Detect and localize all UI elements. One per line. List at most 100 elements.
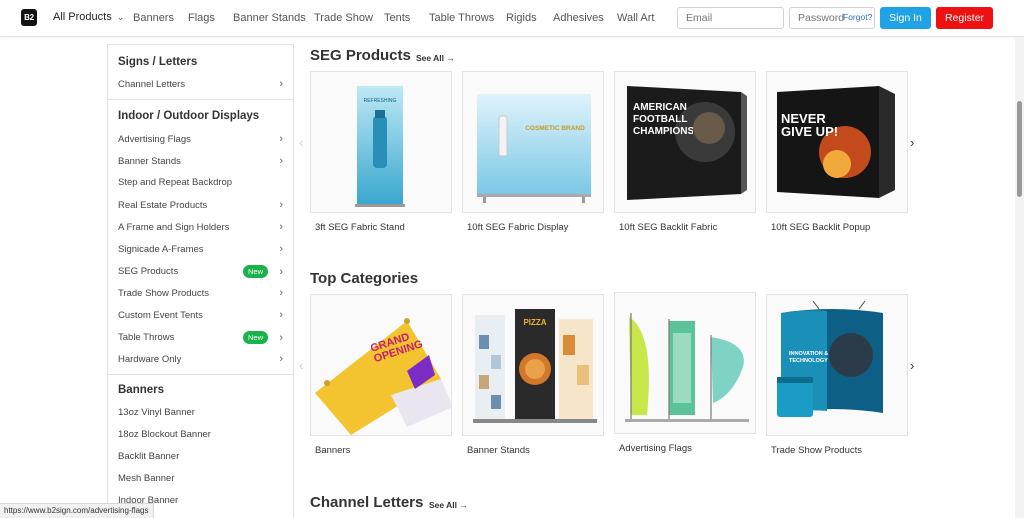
all-products-label: All Products [53,11,112,23]
b2-logo[interactable]: B2 [21,9,37,26]
sidebar-item-label: A Frame and Sign Holders [118,221,230,233]
product-image: COSMETIC BRAND [463,72,603,212]
chevron-right-icon: › [279,199,283,211]
section-title-seg-products: SEG Products [310,47,411,64]
category-card-advertising-flags[interactable] [614,292,756,434]
sidebar-item-label: 13oz Vinyl Banner [118,407,195,418]
category-card-label[interactable]: Banner Stands [467,445,530,456]
product-card-label[interactable]: 10ft SEG Fabric Display [467,222,568,233]
nav-link-trade-show[interactable]: Trade Show [314,12,373,24]
top-navigation-bar: B2 All Products ⌄ Banners Flags Banner S… [0,0,1024,37]
chevron-right-icon: › [279,353,283,365]
sidebar-item-label: Banner Stands [118,155,181,167]
sidebar-item-label: Hardware Only [118,353,182,365]
sidebar-item-seg-products[interactable]: SEG Products New › [118,265,283,278]
sidebar-item-signicade-a-frames[interactable]: Signicade A-Frames › [118,243,283,255]
chevron-right-icon: › [279,331,283,344]
carousel-next-icon[interactable]: › [910,135,914,150]
carousel-next-icon[interactable]: › [910,358,914,373]
category-sidebar: Signs / Letters Channel Letters › Indoor… [107,44,294,518]
category-image: INNOVATION & TECHNOLOGY [767,295,907,435]
sidebar-item-backlit-banner[interactable]: Backlit Banner [118,451,283,462]
product-image: AMERICAN FOOTBALL CHAMPIONSHIP [615,72,755,212]
product-card-label[interactable]: 3ft SEG Fabric Stand [315,222,405,233]
sidebar-item-label: Advertising Flags [118,133,191,145]
sidebar-item-mesh-banner[interactable]: Mesh Banner [118,473,283,484]
sidebar-item-table-throws[interactable]: Table Throws New › [118,331,283,344]
sidebar-divider [108,374,293,375]
sidebar-item-label: Step and Repeat Backdrop [118,177,233,188]
sidebar-item-13oz-vinyl-banner[interactable]: 13oz Vinyl Banner [118,407,283,418]
nav-link-wall-art[interactable]: Wall Art [617,12,655,24]
sidebar-item-label: Signicade A-Frames [118,243,204,255]
nav-link-flags[interactable]: Flags [188,12,215,24]
art-text: INNOVATION & TECHNOLOGY [789,351,829,364]
chevron-right-icon: › [279,265,283,278]
nav-link-banner-stands[interactable]: Banner Stands [233,12,306,24]
nav-link-table-throws[interactable]: Table Throws [429,12,494,24]
section-title-top-categories: Top Categories [310,270,419,287]
sidebar-item-banner-stands[interactable]: Banner Stands › [118,155,283,167]
product-card-10ft-seg-backlit-popup[interactable]: NEVER GIVE UP! [766,71,908,213]
forgot-password-link[interactable]: Forgot? [843,12,872,22]
category-card-banners[interactable]: GRAND OPENING [310,294,452,436]
sidebar-item-label: Trade Show Products [118,287,209,299]
sidebar-item-label: Table Throws [118,332,175,343]
chevron-right-icon: › [279,287,283,299]
sidebar-item-a-frame-and-sign-holders[interactable]: A Frame and Sign Holders › [118,221,283,233]
nav-link-rigids[interactable]: Rigids [506,12,537,24]
carousel-prev-icon[interactable]: ‹ [299,358,303,373]
see-all-seg-link[interactable]: See All → [416,53,455,63]
sidebar-item-label: Mesh Banner [118,473,175,484]
sidebar-item-18oz-blockout-banner[interactable]: 18oz Blockout Banner [118,429,283,440]
product-image: REFRESHING [311,72,451,212]
nav-link-adhesives[interactable]: Adhesives [553,12,604,24]
category-card-label[interactable]: Banners [315,445,350,456]
register-button[interactable]: Register [936,7,993,29]
product-image: NEVER GIVE UP! [767,72,907,212]
category-card-label[interactable]: Advertising Flags [619,443,692,454]
product-card-10ft-seg-backlit-fabric[interactable]: AMERICAN FOOTBALL CHAMPIONSHIP [614,71,756,213]
sidebar-item-trade-show-products[interactable]: Trade Show Products › [118,287,283,299]
sign-in-button[interactable]: Sign In [880,7,931,29]
chevron-right-icon: › [279,155,283,167]
category-card-label[interactable]: Trade Show Products [771,445,862,456]
new-badge: New [242,331,268,344]
category-image [615,293,755,433]
section-title-channel-letters: Channel Letters [310,494,424,511]
sidebar-item-hardware-only[interactable]: Hardware Only › [118,353,283,365]
product-card-label[interactable]: 10ft SEG Backlit Popup [771,222,870,233]
chevron-right-icon: › [279,221,283,233]
sidebar-item-label: SEG Products [118,266,179,277]
sidebar-item-advertising-flags[interactable]: Advertising Flags › [118,133,283,145]
product-card-label[interactable]: 10ft SEG Backlit Fabric [619,222,717,233]
art-text: REFRESHING [364,98,397,104]
carousel-prev-icon[interactable]: ‹ [299,135,303,150]
sidebar-item-label: Channel Letters [118,78,186,90]
sidebar-item-custom-event-tents[interactable]: Custom Event Tents › [118,309,283,321]
see-all-channel-letters-link[interactable]: See All → [429,500,468,510]
status-bar-url: https://www.b2sign.com/advertising-flags [0,503,154,518]
category-card-trade-show-products[interactable]: INNOVATION & TECHNOLOGY [766,294,908,436]
email-input[interactable] [677,7,784,29]
new-badge: New [242,265,268,278]
sidebar-item-step-and-repeat-backdrop[interactable]: Step and Repeat Backdrop [118,177,283,188]
art-text: COSMETIC BRAND [525,125,585,132]
sidebar-item-real-estate-products[interactable]: Real Estate Products › [118,199,283,211]
category-card-banner-stands[interactable]: PIZZA [462,294,604,436]
art-text: AMERICAN FOOTBALL CHAMPIONSHIP [633,102,693,137]
art-text: NEVER GIVE UP! [781,112,839,139]
product-card-10ft-seg-fabric-display[interactable]: COSMETIC BRAND [462,71,604,213]
sidebar-item-channel-letters[interactable]: Channel Letters › [118,78,283,90]
scrollbar-thumb[interactable] [1017,101,1022,197]
sidebar-heading-signs-letters: Signs / Letters [118,56,198,68]
product-card-3ft-seg-fabric-stand[interactable]: REFRESHING [310,71,452,213]
art-text: PIZZA [523,318,546,327]
chevron-right-icon: › [279,78,283,90]
chevron-right-icon: › [279,309,283,321]
sidebar-item-label: Backlit Banner [118,451,180,462]
chevron-right-icon: › [279,243,283,255]
all-products-menu[interactable]: All Products ⌄ [53,11,124,23]
nav-link-tents[interactable]: Tents [384,12,410,24]
nav-link-banners[interactable]: Banners [133,12,174,24]
